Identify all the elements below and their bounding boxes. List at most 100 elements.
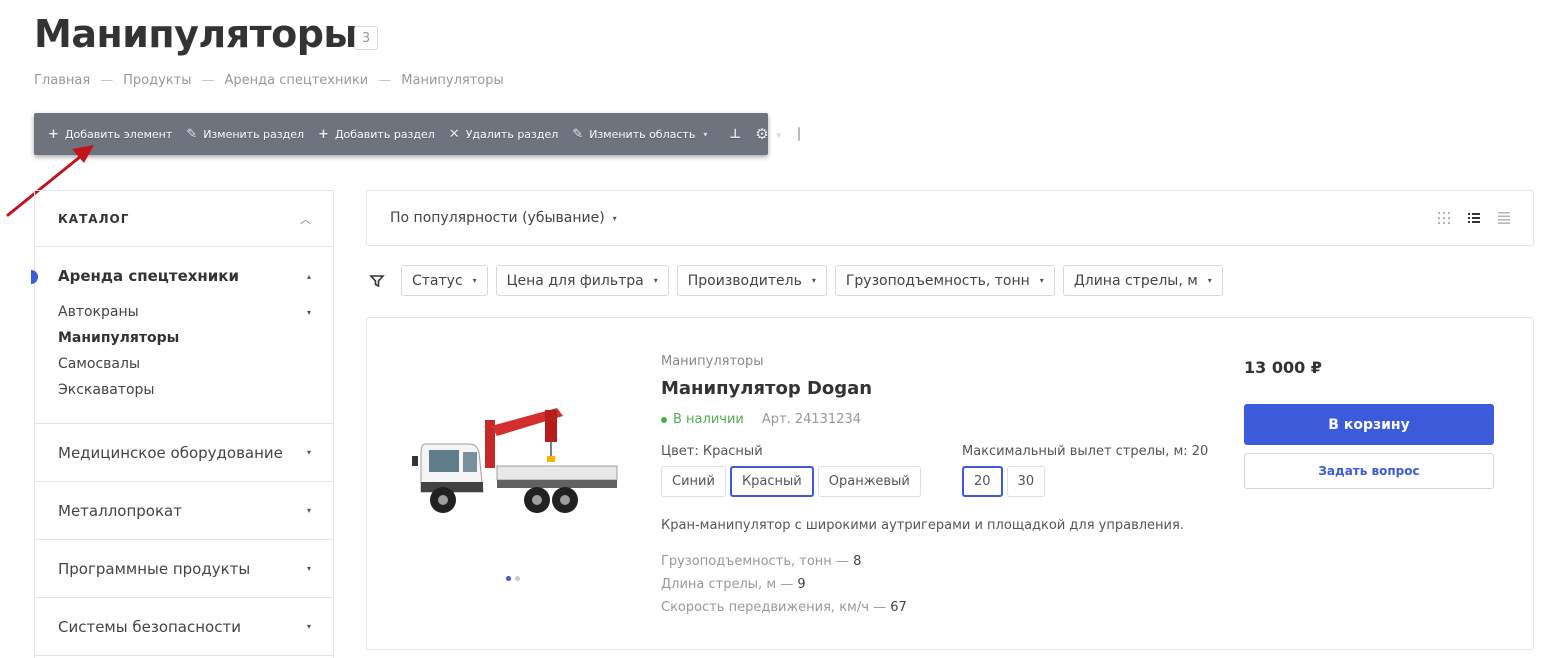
- chevron-up-icon: ︿: [300, 212, 311, 226]
- caret-down-icon: ▾: [653, 276, 658, 285]
- filter-price[interactable]: Цена для фильтра ▾: [495, 265, 669, 296]
- color-option-label: Цвет: Красный: [661, 444, 763, 459]
- filter-label: Длина стрелы, м: [1073, 272, 1198, 289]
- caret-down-icon: ▾: [1207, 276, 1212, 285]
- sidebar-subitem-label: Экскаваторы: [58, 382, 155, 398]
- product-price: 13 000 ₽: [1244, 358, 1322, 377]
- breadcrumb-item-rental[interactable]: Аренда спецтехники: [225, 73, 369, 88]
- caret-down-icon: ▾: [306, 622, 311, 631]
- sidebar-item-label: Металлопрокат: [58, 501, 182, 520]
- delete-section-label: Удалить раздел: [465, 127, 559, 141]
- sidebar-section-active: Аренда спецтехники ▴ Автокраны ▾ Манипул…: [31, 247, 333, 424]
- breadcrumb-separator: —: [378, 73, 392, 88]
- image-carousel-dots: [506, 576, 520, 581]
- sidebar-subitem-excavators[interactable]: Экскаваторы: [58, 377, 311, 403]
- edit-area-label: Изменить область: [589, 127, 696, 141]
- color-option-red[interactable]: Красный: [729, 466, 814, 497]
- product-article: Арт. 24131234: [761, 412, 862, 427]
- table-view-icon[interactable]: [1498, 212, 1510, 224]
- view-switcher: [1438, 212, 1510, 224]
- pencil-icon: ✎: [572, 126, 584, 142]
- caret-down-icon: ▾: [811, 276, 816, 285]
- filter-label: Цена для фильтра: [506, 272, 644, 289]
- page-title: Манипуляторы: [34, 12, 358, 56]
- caret-down-icon: ▾: [306, 506, 311, 515]
- sidebar-subitems: Автокраны ▾ Манипуляторы Самосвалы Экска…: [58, 299, 311, 403]
- sidebar-subitem-label: Автокраны: [58, 304, 139, 320]
- delete-section-button[interactable]: ✕ Удалить раздел: [442, 113, 566, 155]
- in-stock-dot-icon: [661, 416, 667, 423]
- sidebar-subitem-dumptrucks[interactable]: Самосвалы: [58, 351, 311, 377]
- pin-toolbar-button[interactable]: ⊥: [722, 113, 748, 155]
- active-indicator: [31, 270, 38, 284]
- filter-icon[interactable]: [366, 274, 388, 287]
- filter-boom-length[interactable]: Длина стрелы, м ▾: [1062, 265, 1223, 296]
- ask-question-button[interactable]: Задать вопрос: [1244, 453, 1494, 489]
- caret-down-icon: ▾: [472, 276, 477, 285]
- filter-manufacturer[interactable]: Производитель ▾: [676, 265, 827, 296]
- sidebar-subitem-autocranes[interactable]: Автокраны ▾: [58, 299, 311, 325]
- boom-option-label: Максимальный вылет стрелы, м: 20: [962, 444, 1209, 459]
- add-to-cart-button[interactable]: В корзину: [1244, 404, 1494, 445]
- sort-dropdown[interactable]: По популярности (убывание) ▾: [390, 210, 617, 226]
- chevron-down-icon: ▾: [703, 129, 708, 139]
- stock-status-label: В наличии: [673, 412, 744, 427]
- stock-status: В наличии Арт. 24131234: [661, 412, 861, 427]
- caret-down-icon: ▾: [306, 564, 311, 573]
- breadcrumb-item-current: Манипуляторы: [401, 73, 504, 88]
- caret-down-icon: ▾: [306, 307, 311, 317]
- sidebar-item-metal[interactable]: Металлопрокат ▾: [35, 482, 333, 540]
- sidebar-item-label: Медицинское оборудование: [58, 443, 283, 462]
- filter-label: Статус: [412, 272, 463, 289]
- boom-option-30[interactable]: 30: [1006, 466, 1046, 497]
- caret-up-icon: ▴: [306, 271, 311, 281]
- sidebar-item-label: Программные продукты: [58, 559, 251, 578]
- carousel-dot[interactable]: [515, 576, 520, 581]
- product-image[interactable]: [407, 400, 627, 540]
- add-section-button[interactable]: + Добавить раздел: [311, 113, 442, 155]
- list-view-icon[interactable]: [1468, 212, 1480, 224]
- settings-button[interactable]: ⚙ ▾: [748, 113, 787, 155]
- color-option-blue[interactable]: Синий: [661, 466, 726, 497]
- property-row: Грузоподъемность, тонн — 8: [661, 554, 862, 569]
- catalog-title: КАТАЛОГ: [58, 211, 130, 226]
- property-value: 67: [890, 600, 907, 615]
- carousel-dot-active[interactable]: [506, 576, 511, 581]
- caret-down-icon: ▾: [612, 213, 617, 223]
- boom-option-20[interactable]: 20: [962, 466, 1003, 497]
- sidebar-item-label: Системы безопасности: [58, 617, 241, 636]
- filter-status[interactable]: Статус ▾: [401, 265, 488, 296]
- admin-toolbar: + Добавить элемент ✎ Изменить раздел + Д…: [34, 113, 800, 155]
- filters-bar: Статус ▾ Цена для фильтра ▾ Производител…: [366, 265, 1223, 296]
- sidebar-item-security[interactable]: Системы безопасности ▾: [35, 598, 333, 656]
- product-description: Кран-манипулятор с широкими аутригерами …: [661, 518, 1184, 533]
- product-properties: Грузоподъемность, тонн — 8 Длина стрелы,…: [661, 550, 907, 619]
- boom-options: 20 30: [962, 466, 1046, 497]
- sort-dropdown-label: По популярности (убывание): [390, 210, 605, 226]
- product-name[interactable]: Манипулятор Dogan: [661, 378, 872, 399]
- edit-section-button[interactable]: ✎ Изменить раздел: [179, 113, 311, 155]
- breadcrumb-item-home[interactable]: Главная: [34, 73, 90, 88]
- toolbar-collapse-handle[interactable]: [797, 127, 800, 141]
- catalog-header[interactable]: КАТАЛОГ ︿: [35, 191, 333, 247]
- edit-section-label: Изменить раздел: [203, 127, 305, 141]
- breadcrumb-item-products[interactable]: Продукты: [123, 73, 191, 88]
- product-category: Манипуляторы: [661, 354, 764, 369]
- filter-capacity[interactable]: Грузоподъемность, тонн ▾: [834, 265, 1055, 296]
- filter-label: Производитель: [687, 272, 802, 289]
- edit-area-button[interactable]: ✎ Изменить область ▾: [565, 113, 714, 155]
- sidebar-item-label: Аренда спецтехники: [58, 267, 239, 285]
- sidebar-item-rental[interactable]: Аренда спецтехники ▴: [58, 267, 311, 285]
- property-row: Скорость передвижения, км/ч — 67: [661, 600, 907, 615]
- cross-icon: ✕: [448, 126, 460, 142]
- breadcrumb-separator: —: [201, 73, 215, 88]
- sidebar-subitem-manipulators[interactable]: Манипуляторы: [58, 325, 311, 351]
- pencil-icon: ✎: [186, 126, 198, 142]
- grid-view-icon[interactable]: [1438, 212, 1450, 224]
- sidebar-item-software[interactable]: Программные продукты ▾: [35, 540, 333, 598]
- color-option-orange[interactable]: Оранжевый: [817, 466, 921, 497]
- property-name: Грузоподъемность, тонн: [661, 554, 832, 569]
- sort-bar: По популярности (убывание) ▾: [366, 190, 1534, 246]
- sidebar-subitem-label: Манипуляторы: [58, 330, 180, 346]
- sidebar-item-medical[interactable]: Медицинское оборудование ▾: [35, 424, 333, 482]
